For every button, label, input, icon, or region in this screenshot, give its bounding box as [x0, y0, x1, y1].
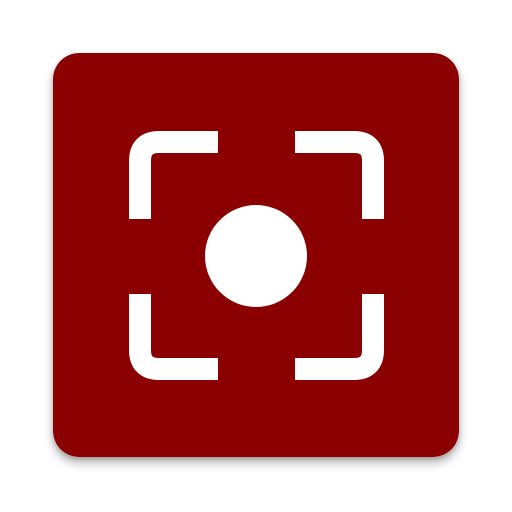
- focus-frame-record-icon: [53, 53, 459, 457]
- app-icon[interactable]: [53, 53, 459, 457]
- center-record-dot: [205, 205, 307, 307]
- icon-canvas: [0, 0, 512, 512]
